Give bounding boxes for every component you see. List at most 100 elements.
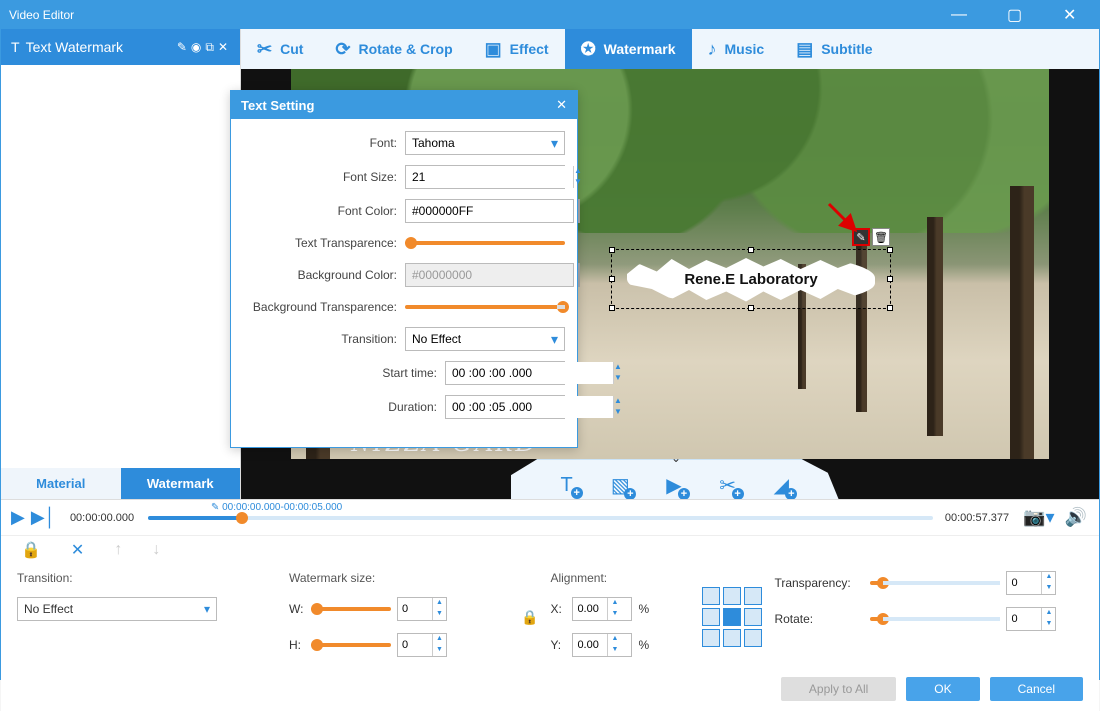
fontsize-label: Font Size: [243, 170, 397, 184]
fontsize-spinner[interactable]: ▲▼ [405, 165, 565, 189]
h-spinner[interactable]: ▲▼ [397, 633, 447, 657]
music-icon: ♪ [708, 39, 717, 60]
fontcolor-label: Font Color: [243, 204, 397, 218]
view-icon[interactable]: ◉ [191, 40, 201, 54]
transition-p-value: No Effect [412, 332, 461, 346]
font-label: Font: [243, 136, 397, 150]
duration-input[interactable] [446, 396, 613, 418]
tab-music[interactable]: ♪Music [692, 29, 781, 69]
start-spinner[interactable]: ▲▼ [445, 361, 565, 385]
sub-tab-watermark[interactable]: Watermark [121, 468, 241, 499]
move-up-icon[interactable]: ↑ [114, 541, 122, 559]
minimize-button[interactable]: — [923, 1, 979, 29]
move-down-icon[interactable]: ↓ [152, 541, 160, 559]
window-title: Video Editor [9, 8, 923, 22]
watermark-delete-icon[interactable]: 🗑 [872, 228, 890, 246]
fontcolor-swatch[interactable] [578, 199, 580, 223]
transp-spinner[interactable]: ▲▼ [1006, 571, 1056, 595]
pct: % [638, 638, 649, 652]
transition-p-select[interactable]: No Effect [405, 327, 565, 351]
transition-p-label: Transition: [243, 332, 397, 346]
time-current: 00:00:00.000 [62, 512, 142, 524]
transition-value: No Effect [24, 602, 73, 616]
w-slider[interactable] [311, 607, 391, 611]
play-icon[interactable]: ▶ [11, 507, 25, 528]
tree-decor [1010, 186, 1034, 459]
delete-icon[interactable]: ✕ [71, 540, 84, 560]
add-text-icon[interactable]: T+ [555, 474, 579, 497]
step-icon[interactable]: ▶│ [31, 507, 56, 528]
edit-icon[interactable]: ✎ [177, 40, 187, 54]
transp-slider[interactable] [870, 581, 1000, 585]
duration-spinner[interactable]: ▲▼ [445, 395, 565, 419]
apply-all-button[interactable]: Apply to All [781, 677, 896, 701]
font-select[interactable]: Tahoma [405, 131, 565, 155]
link-icon[interactable]: 🔒 [521, 609, 538, 626]
transition-select[interactable]: No Effect [17, 597, 217, 621]
tab-effect[interactable]: ▣Effect [469, 29, 565, 69]
rotate-slider[interactable] [870, 617, 1000, 621]
watermark-icon: ✪ [581, 39, 596, 60]
transp-input[interactable] [1007, 572, 1041, 594]
side-panel: TText Watermark ✎ ◉ ⧉ ✕ Material Waterma… [1, 29, 241, 499]
bgtrans-slider[interactable] [405, 305, 565, 309]
list-toolbar: 🔒 ✕ ↑ ↓ [1, 535, 1099, 563]
tab-watermark[interactable]: ✪Watermark [565, 29, 692, 69]
h-input[interactable] [398, 634, 432, 656]
tab-rotate-crop[interactable]: ⟳Rotate & Crop [319, 29, 468, 69]
y-input[interactable] [573, 634, 607, 656]
ok-button[interactable]: OK [906, 677, 979, 701]
crop-icon: ⟳ [335, 39, 350, 60]
cancel-button[interactable]: Cancel [990, 677, 1083, 701]
remove-icon[interactable]: ✕ [218, 40, 228, 54]
properties-panel: Transition: No Effect Watermark size: W:… [1, 563, 1099, 669]
texttrans-label: Text Transparence: [243, 236, 397, 250]
titlebar: Video Editor — ▢ ✕ [1, 1, 1099, 29]
popup-close-icon[interactable]: ✕ [556, 97, 567, 113]
sub-tab-material[interactable]: Material [1, 468, 121, 499]
range-marker: ✎ 00:00:00.000-00:00:05.000 [211, 502, 342, 513]
text-setting-popup: Text Setting ✕ Font: Tahoma Font Size: ▲… [230, 90, 578, 448]
rotate-spinner[interactable]: ▲▼ [1006, 607, 1056, 631]
x-input[interactable] [573, 598, 607, 620]
snapshot-icon[interactable]: 📷▾ [1023, 507, 1054, 528]
copy-icon[interactable]: ⧉ [205, 40, 214, 55]
maximize-button[interactable]: ▢ [979, 0, 1035, 30]
w-input[interactable] [398, 598, 432, 620]
rotate-input[interactable] [1007, 608, 1041, 630]
add-shape-icon[interactable]: ✂+ [716, 473, 740, 498]
speaker-icon[interactable]: 🔊 [1065, 507, 1087, 528]
tab-subtitle[interactable]: ▤Subtitle [780, 29, 888, 69]
lock-icon[interactable]: 🔒 [21, 540, 41, 560]
fontcolor-input[interactable] [405, 199, 574, 223]
alignment-grid[interactable] [702, 587, 762, 647]
align-label: Alignment: [550, 571, 690, 585]
fontsize-input[interactable] [406, 166, 573, 188]
bgcolor-swatch[interactable] [578, 263, 580, 287]
start-input[interactable] [446, 362, 613, 384]
scissors-icon: ✂ [257, 39, 272, 60]
popup-title-bar: Text Setting ✕ [231, 91, 577, 119]
transp-label: Transparency: [774, 576, 864, 590]
timeline: ▶ ▶│ 00:00:00.000 ✎ 00:00:00.000-00:00:0… [1, 499, 1099, 535]
x-spinner[interactable]: ▲▼ [572, 597, 632, 621]
wsize-label: Watermark size: [289, 571, 509, 585]
add-video-icon[interactable]: ▶+ [662, 473, 686, 498]
bgcolor-input[interactable] [405, 263, 574, 287]
watermark-overlay[interactable]: Rene.E Laboratory ✎ 🗑 [611, 249, 891, 309]
y-label: Y: [550, 638, 566, 652]
top-tabs: ✂Cut ⟳Rotate & Crop ▣Effect ✪Watermark ♪… [241, 29, 1099, 69]
add-image-icon[interactable]: ▧+ [608, 473, 632, 498]
close-button[interactable]: ✕ [1035, 0, 1091, 30]
texttrans-slider[interactable] [405, 241, 565, 245]
time-total: 00:00:57.377 [939, 512, 1015, 524]
w-spinner[interactable]: ▲▼ [397, 597, 447, 621]
h-slider[interactable] [311, 643, 391, 647]
y-spinner[interactable]: ▲▼ [572, 633, 632, 657]
watermark-text: Rene.E Laboratory [684, 271, 817, 288]
tab-label: Effect [510, 41, 549, 57]
bgtrans-label: Background Transparence: [243, 300, 397, 314]
tab-cut[interactable]: ✂Cut [241, 29, 319, 69]
add-remove-icon[interactable]: ◢+ [769, 473, 793, 498]
timeline-track[interactable]: ✎ 00:00:00.000-00:00:05.000 [148, 516, 933, 520]
